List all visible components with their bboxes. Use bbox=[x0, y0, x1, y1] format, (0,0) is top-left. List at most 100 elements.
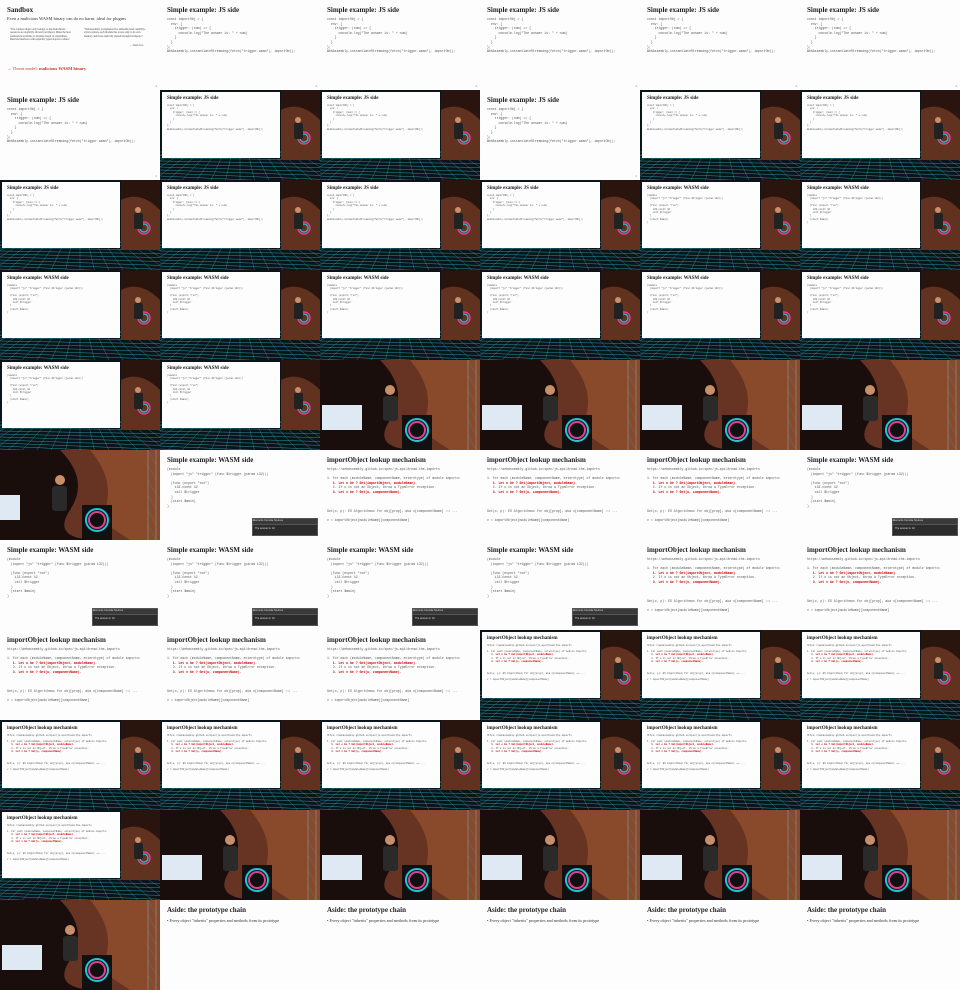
thumbnail-tile[interactable]: importObject lookup mechanism https://web… bbox=[0, 720, 160, 810]
thumbnail-tile[interactable]: Simple example: JS side const importObj =… bbox=[800, 0, 960, 90]
import-footer: v = importObject[moduleName][componentNa… bbox=[487, 768, 549, 771]
thumbnail-tile[interactable]: Aside: the prototype chain • Every object… bbox=[320, 900, 480, 990]
code-line: call $trigger bbox=[167, 489, 200, 494]
thumbnail-tile[interactable]: Simple example: WASM side (module (import… bbox=[320, 270, 480, 360]
wasm-code: (module (import "js" "trigger" (func $tr… bbox=[7, 374, 83, 405]
thumbnail-tile[interactable]: importObject lookup mechanism https://web… bbox=[480, 720, 640, 810]
thumbnail-tile[interactable] bbox=[0, 900, 160, 990]
thumbnail-tile[interactable]: Simple example: WASM side (module (import… bbox=[800, 450, 960, 540]
slide-subtitle: Even a malicious WASM binary can do no h… bbox=[7, 16, 127, 21]
stage-background bbox=[320, 810, 480, 900]
code-line: WebAssembly.instantiateStreaming(fetch("… bbox=[807, 49, 936, 54]
thumbnail-tile[interactable]: Simple example: WASM side (module (import… bbox=[800, 270, 960, 360]
thumbnail-tile[interactable] bbox=[160, 810, 320, 900]
thumbnail-tile[interactable] bbox=[320, 360, 480, 450]
code-line: ) bbox=[647, 221, 649, 225]
thumbnail-tile[interactable]: Simple example: JS side const importObj =… bbox=[320, 0, 480, 90]
thumbnail-tile[interactable] bbox=[640, 810, 800, 900]
thumbnail-tile[interactable]: Simple example: JS side const importObj =… bbox=[480, 0, 640, 90]
thumbnail-tile[interactable]: Simple example: JS side const importObj =… bbox=[160, 0, 320, 90]
thumbnail-tile[interactable] bbox=[800, 360, 960, 450]
thumbnail-tile[interactable]: Simple example: JS side const importObj =… bbox=[640, 0, 800, 90]
thumbnail-tile[interactable]: Simple example: JS side const importObj =… bbox=[320, 90, 480, 180]
thumbnail-tile[interactable]: Simple example: WASM side (module (import… bbox=[800, 180, 960, 270]
page-number: 4 bbox=[795, 84, 797, 88]
thumbnail-tile[interactable]: importObject lookup mechanism https://web… bbox=[160, 630, 320, 720]
slide-title: importObject lookup mechanism bbox=[647, 636, 718, 641]
code-line: 1. For each (moduleName, componentName, … bbox=[487, 476, 621, 480]
slide: Simple example: JS side const importObj =… bbox=[160, 0, 320, 90]
stage-background bbox=[800, 360, 960, 450]
thumbnail-tile[interactable]: Simple example: JS side const importObj =… bbox=[160, 90, 320, 180]
code-line: 3. Let v be ? Get(o, componentName). bbox=[647, 579, 722, 584]
thumbnail-tile[interactable]: Simple example: WASM side (module (import… bbox=[480, 540, 640, 630]
thumbnail-tile[interactable] bbox=[800, 810, 960, 900]
thumbnail-tile[interactable]: Simple example: WASM side (module (import… bbox=[640, 180, 800, 270]
thumbnail-tile[interactable]: importObject lookup mechanism https://web… bbox=[800, 630, 960, 720]
thumbnail-tile[interactable]: Simple example: JS side const importObj =… bbox=[480, 180, 640, 270]
import-steps: 1. For each (moduleName, componentName, … bbox=[807, 650, 907, 664]
thumbnail-tile[interactable]: importObject lookup mechanism https://web… bbox=[640, 540, 800, 630]
import-footer: Get(o, p): ES Algorithmus for obj[prop],… bbox=[167, 762, 266, 765]
thumbnail-tile[interactable]: Simple example: WASM side (module (import… bbox=[160, 540, 320, 630]
slide: Simple example: WASM side (module (import… bbox=[2, 272, 120, 338]
thumbnail-tile[interactable]: importObject lookup mechanism https://web… bbox=[640, 450, 800, 540]
thumbnail-tile[interactable]: Sandbox Even a malicious WASM binary can … bbox=[0, 0, 160, 90]
slide-title: Simple example: WASM side bbox=[647, 276, 709, 281]
thumbnail-tile[interactable]: Simple example: WASM side (module (import… bbox=[160, 360, 320, 450]
thumbnail-tile[interactable]: importObject lookup mechanism https://web… bbox=[800, 720, 960, 810]
thumbnail-tile[interactable]: Simple example: JS side const importObj =… bbox=[0, 90, 160, 180]
thumbnail-tile[interactable]: Simple example: WASM side (module (import… bbox=[160, 270, 320, 360]
code-line: 3. Let v be ? Get(o, componentName). bbox=[807, 579, 882, 584]
code-line: console.log("The answer is: " + num) bbox=[167, 114, 228, 118]
code-line: (func (export "run") bbox=[167, 570, 210, 575]
thumbnail-tile[interactable]: importObject lookup mechanism https://web… bbox=[480, 630, 640, 720]
thumbnail-tile[interactable] bbox=[0, 450, 160, 540]
thumbnail-tile[interactable]: Simple example: JS side const importObj =… bbox=[320, 180, 480, 270]
code-line: 2. If o is not an Object, throw a TypeEr… bbox=[327, 665, 437, 670]
code-line: WebAssembly.instantiateStreaming(fetch("… bbox=[167, 217, 264, 221]
thumbnail-tile[interactable]: Aside: the prototype chain • Every object… bbox=[800, 900, 960, 990]
thumbnail-tile[interactable]: importObject lookup mechanism https://web… bbox=[0, 810, 160, 900]
thumbnail-tile[interactable]: Aside: the prototype chain • Every object… bbox=[640, 900, 800, 990]
thumbnail-tile[interactable]: Simple example: WASM side (module (import… bbox=[0, 270, 160, 360]
thumbnail-tile[interactable]: importObject lookup mechanism https://web… bbox=[480, 450, 640, 540]
thumbnail-tile[interactable]: Aside: the prototype chain • Every object… bbox=[160, 900, 320, 990]
thumbnail-tile[interactable]: Simple example: WASM side (module (import… bbox=[0, 360, 160, 450]
thumbnail-tile[interactable]: importObject lookup mechanism https://web… bbox=[0, 630, 160, 720]
thumbnail-tile[interactable]: Simple example: JS side const importObj =… bbox=[480, 90, 640, 180]
thumbnail-tile[interactable]: importObject lookup mechanism https://web… bbox=[800, 540, 960, 630]
thumbnail-tile[interactable]: importObject lookup mechanism https://web… bbox=[160, 720, 320, 810]
slide-title: importObject lookup mechanism bbox=[647, 546, 746, 554]
code-line: env: { bbox=[647, 21, 663, 26]
thumbnail-tile[interactable]: Simple example: WASM side (module (import… bbox=[320, 540, 480, 630]
thumbnail-tile[interactable]: Aside: the prototype chain • Every object… bbox=[480, 900, 640, 990]
thumbnail-tile[interactable]: Simple example: WASM side (module (import… bbox=[640, 270, 800, 360]
slide: Aside: the prototype chain • Every object… bbox=[480, 900, 640, 990]
thumbnail-tile[interactable]: Simple example: JS side const importObj =… bbox=[640, 90, 800, 180]
thumbnail-tile[interactable]: importObject lookup mechanism https://web… bbox=[640, 630, 800, 720]
import-footer: Get(o, p): ES Algorithmus for obj[prop],… bbox=[487, 762, 586, 765]
thumbnail-tile[interactable] bbox=[480, 360, 640, 450]
code-line: ) bbox=[807, 311, 809, 315]
slide-bullet: • Every object "inherits" properties and… bbox=[647, 918, 760, 923]
thumbnail-tile[interactable] bbox=[480, 810, 640, 900]
thumbnail-tile[interactable]: Simple example: JS side const importObj =… bbox=[160, 180, 320, 270]
thumbnail-tile[interactable]: importObject lookup mechanism https://web… bbox=[320, 630, 480, 720]
thumbnail-tile[interactable]: Simple example: WASM side (module (import… bbox=[480, 270, 640, 360]
thumbnail-tile[interactable]: Simple example: WASM side (module (import… bbox=[0, 540, 160, 630]
thumbnail-tile[interactable]: importObject lookup mechanism https://web… bbox=[320, 450, 480, 540]
thumbnail-tile[interactable] bbox=[640, 360, 800, 450]
bullet-text: Every object "inherits" properties and m… bbox=[809, 918, 920, 923]
import-url: https://webassembly.github.io/spec/js-ap… bbox=[647, 467, 760, 471]
thumbnail-tile[interactable]: importObject lookup mechanism https://web… bbox=[320, 720, 480, 810]
devtools-console-output: The answer is: 42 bbox=[575, 617, 595, 620]
thumbnail-tile[interactable]: importObject lookup mechanism https://web… bbox=[640, 720, 800, 810]
thumbnail-tile[interactable] bbox=[320, 810, 480, 900]
slide-title: importObject lookup mechanism bbox=[7, 726, 78, 731]
thumbnail-tile[interactable]: Simple example: JS side const importObj =… bbox=[800, 90, 960, 180]
thumbnail-tile[interactable]: Simple example: WASM side (module (import… bbox=[160, 450, 320, 540]
code-line: i32.const 42 bbox=[487, 575, 518, 580]
thumbnail-tile[interactable]: Simple example: JS side const importObj =… bbox=[0, 180, 160, 270]
code-line: (start $main) bbox=[7, 589, 36, 594]
